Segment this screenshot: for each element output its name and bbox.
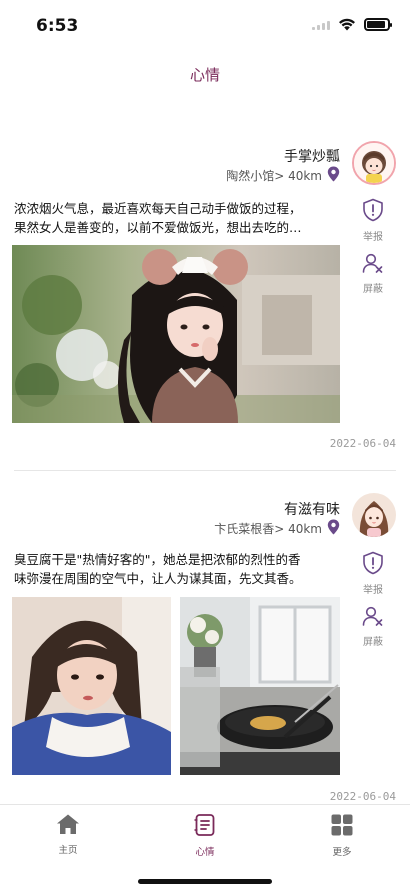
bottom-tab-bar: 主页 心情 更多 [0,804,410,892]
page-title: 心情 [189,66,220,84]
block-button[interactable]: 屏蔽 [358,605,388,648]
grid-icon [331,814,353,836]
block-label: 屏蔽 [363,637,383,648]
report-button[interactable]: 举报 [358,551,388,596]
post-photo[interactable] [12,597,171,775]
post-text-line: 臭豆腐干是"热情好客的"，她总是把浓郁的烈性的香 [14,552,301,567]
report-button[interactable]: 举报 [358,198,388,243]
status-icons [312,18,392,31]
avatar-illustration [352,493,396,537]
post-text-line: 果然女人是善变的，以前不爱做饭光，想出去吃的… [14,220,302,235]
tab-label: 更多 [332,847,352,858]
report-label: 举报 [363,585,383,596]
post-date: 2022-06-04 [329,790,396,803]
post-author-name[interactable]: 有滋有味 [284,499,340,519]
mood-notes-icon [194,814,215,836]
post-location: 陶然小馆> 40km [226,169,322,183]
tab-label: 主页 [58,845,78,856]
post-photo[interactable] [180,597,340,775]
post-location: 卞氏菜根香> 40km [214,522,322,536]
block-user-icon [362,253,383,273]
photo-girl-portrait [12,597,171,775]
post-divider [14,470,396,471]
post-content[interactable]: 浓浓烟火气息，最近喜欢每天自己动手做饭的过程， 果然女人是善变的，以前不爱做饭光… [14,199,344,237]
post-content[interactable]: 臭豆腐干是"热情好客的"，她总是把浓郁的烈性的香 味弥漫在周围的空气中，让人为谋… [14,550,344,588]
location-pin-icon [327,166,340,182]
post-photo[interactable] [12,245,340,423]
battery-icon [364,18,392,31]
report-label: 举报 [363,232,383,243]
home-indicator[interactable] [138,879,272,884]
cellular-signal-icon [312,20,330,30]
wifi-icon [339,18,355,31]
tab-home[interactable]: 主页 [28,813,108,856]
battery-level [367,21,385,28]
block-label: 屏蔽 [363,284,383,295]
status-time: 6:53 [36,16,79,36]
author-avatar[interactable] [352,493,396,537]
post-text-line: 味弥漫在周围的空气中，让人为谋其面，先文其香。 [14,571,302,586]
block-button[interactable]: 屏蔽 [358,252,388,295]
home-icon [57,814,79,834]
photo-wok-cooking [180,597,340,775]
location-pin-icon [327,519,340,535]
post-date: 2022-06-04 [329,437,396,450]
tab-label: 心情 [195,847,215,858]
shield-alert-icon [363,551,383,575]
block-user-icon [362,606,383,626]
post-text-line: 浓浓烟火气息，最近喜欢每天自己动手做饭的过程， [14,201,302,216]
tab-more[interactable]: 更多 [302,813,382,858]
tab-mood[interactable]: 心情 [165,813,245,858]
status-bar: 6:53 [0,0,410,52]
shield-alert-icon [363,198,383,222]
avatar-illustration [354,143,394,183]
post-author-name[interactable]: 手掌炒瓢 [284,146,340,166]
author-avatar[interactable] [352,141,396,185]
photo-girl-bear-ears [12,245,340,423]
